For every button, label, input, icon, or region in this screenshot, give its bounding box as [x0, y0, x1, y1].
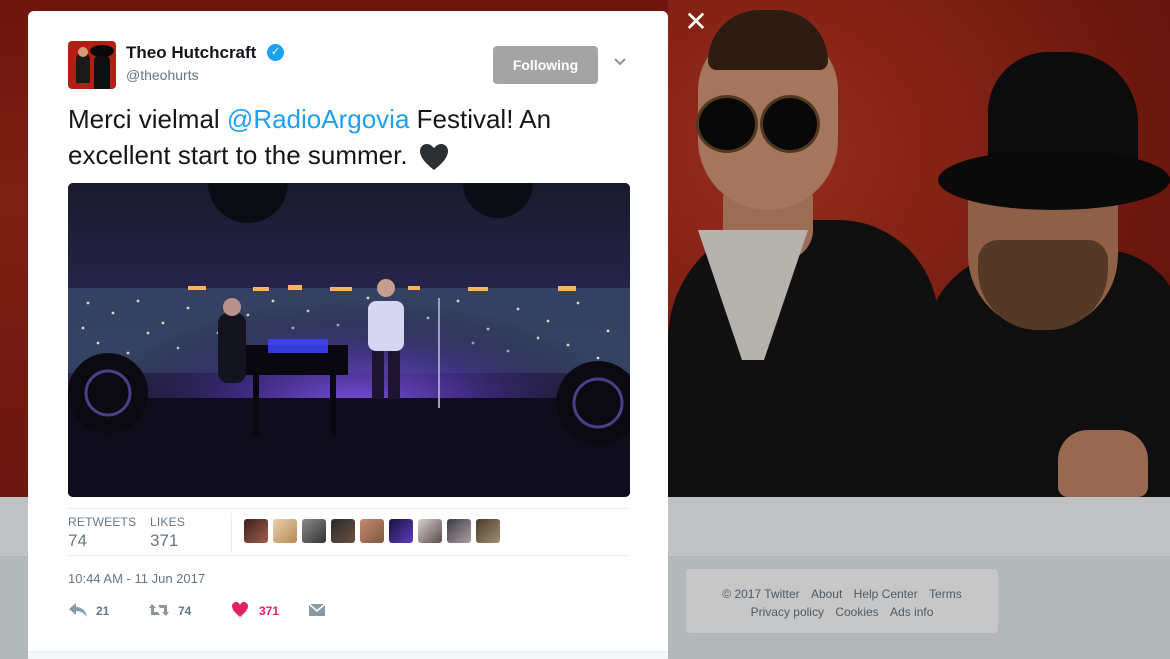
tweet-photo[interactable]	[68, 183, 630, 497]
liker-avatar[interactable]	[447, 519, 471, 543]
concert-photo-illustration	[68, 183, 630, 497]
retweet-count: 74	[178, 604, 192, 618]
likes-label: LIKES	[150, 515, 186, 529]
chevron-down-icon[interactable]	[613, 55, 627, 69]
direct-message-icon	[308, 603, 326, 616]
following-button[interactable]: Following	[493, 46, 598, 84]
liker-avatar[interactable]	[389, 519, 413, 543]
mention-link[interactable]: @RadioArgovia	[227, 104, 409, 134]
black-heart-icon	[419, 144, 448, 171]
stats-divider	[231, 513, 232, 553]
like-count: 371	[259, 604, 280, 618]
avatar[interactable]	[68, 41, 116, 89]
tweet-text: Merci vielmal @RadioArgovia Festival! An…	[68, 101, 628, 173]
verified-badge-icon: ✓	[267, 44, 284, 61]
retweets-stat[interactable]: RETWEETS 74	[68, 515, 136, 551]
tweet-timestamp: 10:44 AM - 11 Jun 2017	[68, 571, 206, 586]
heart-icon	[232, 602, 248, 617]
retweet-icon	[149, 604, 169, 616]
tweet-actions: 21 74 371	[68, 599, 628, 623]
retweets-count: 74	[68, 531, 87, 550]
liker-avatar[interactable]	[331, 519, 355, 543]
likes-count: 371	[150, 531, 179, 550]
reply-count: 21	[96, 604, 110, 618]
liker-avatar[interactable]	[476, 519, 500, 543]
tweet-stats: RETWEETS 74 LIKES 371	[68, 508, 628, 556]
tweet-text-start: Merci vielmal	[68, 104, 227, 134]
author-name[interactable]: Theo Hutchcraft	[126, 43, 256, 63]
tweet-permalink-modal: Theo Hutchcraft ✓ @theohurts Following M…	[28, 11, 668, 659]
liker-avatar[interactable]	[273, 519, 297, 543]
liker-avatar[interactable]	[360, 519, 384, 543]
retweets-label: RETWEETS	[68, 515, 137, 529]
liker-avatar[interactable]	[418, 519, 442, 543]
likes-stat[interactable]: LIKES 371	[150, 515, 185, 551]
author-handle[interactable]: @theohurts	[126, 67, 199, 83]
liker-avatar[interactable]	[302, 519, 326, 543]
modal-bottom-strip	[28, 651, 668, 659]
liker-avatar[interactable]	[244, 519, 268, 543]
reply-icon	[69, 603, 87, 617]
close-icon[interactable]: ✕	[684, 8, 708, 36]
